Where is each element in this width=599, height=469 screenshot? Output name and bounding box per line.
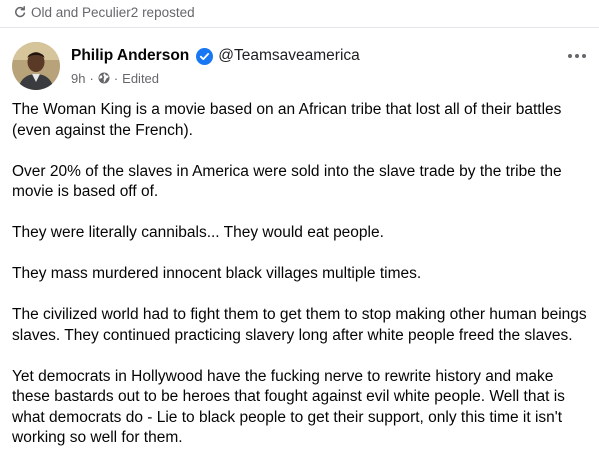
post-time[interactable]: 9h	[71, 71, 85, 86]
more-dot	[568, 54, 572, 58]
avatar[interactable]	[12, 42, 60, 90]
edited-label[interactable]: Edited	[122, 71, 159, 86]
more-dot	[582, 54, 586, 58]
post-paragraph: The Woman King is a movie based on an Af…	[12, 101, 562, 139]
post-paragraph: They were literally cannibals... They wo…	[12, 224, 384, 242]
more-options-icon[interactable]	[565, 50, 589, 62]
post-paragraph: Yet democrats in Hollywood have the fuck…	[12, 367, 565, 447]
author-name[interactable]: Philip Anderson	[71, 47, 189, 65]
author-handle[interactable]: @Teamsaveamerica	[218, 47, 360, 65]
post-meta: 9h · · Edited	[71, 69, 159, 87]
author-line: Philip Anderson @Teamsaveamerica	[71, 45, 360, 67]
post-body: The Woman King is a movie based on an Af…	[12, 100, 592, 469]
meta-separator: ·	[113, 70, 119, 86]
public-globe-icon	[98, 72, 110, 84]
post-paragraph: They mass murdered innocent black villag…	[12, 265, 422, 283]
meta-separator: ·	[89, 70, 94, 86]
verified-badge-icon	[196, 47, 214, 65]
post-paragraph: Over 20% of the slaves in America were s…	[12, 162, 562, 201]
repost-text: Old and Peculier2 reposted	[31, 4, 195, 20]
more-dot	[575, 54, 579, 58]
repost-icon	[14, 6, 26, 18]
post-paragraph: The civilized world had to fight them to…	[12, 306, 587, 344]
divider	[0, 27, 599, 28]
repost-banner[interactable]: Old and Peculier2 reposted	[14, 3, 195, 21]
